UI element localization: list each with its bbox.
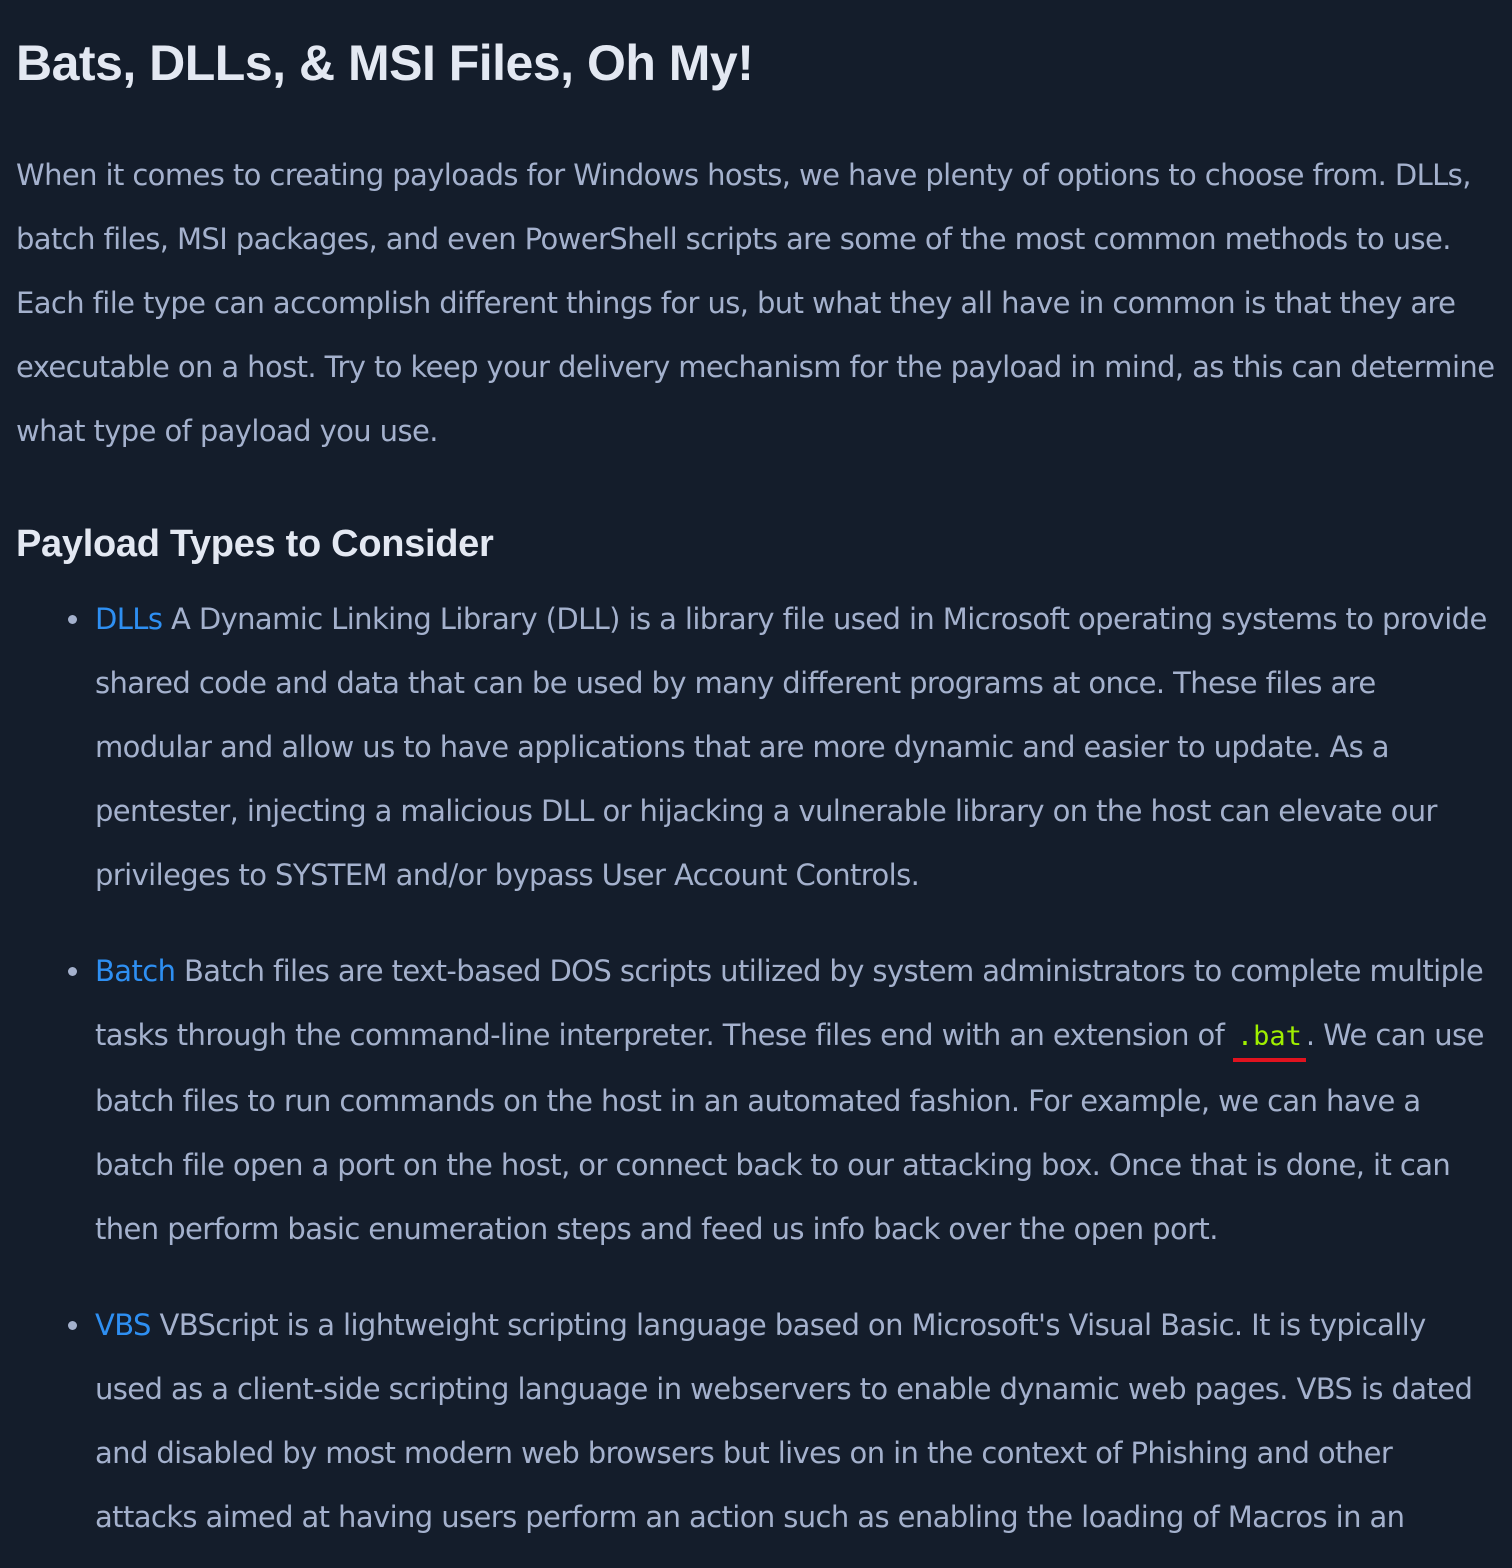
dlls-link[interactable]: DLLs [95,602,163,636]
vbs-description: VBScript is a lightweight scripting lang… [95,1308,1473,1534]
page-title: Bats, DLLs, & MSI Files, Oh My! [16,35,754,91]
bullet-icon [68,1321,77,1330]
list-item-batch: Batch Batch files are text-based DOS scr… [0,939,1495,1261]
article-page: Bats, DLLs, & MSI Files, Oh My! When it … [0,0,1512,1568]
bat-extension-code: .bat [1232,1021,1306,1062]
payload-types-list: DLLs A Dynamic Linking Library (DLL) is … [0,587,1512,1568]
batch-link[interactable]: Batch [95,954,176,988]
list-item-vbs: VBS VBScript is a lightweight scripting … [0,1293,1495,1549]
list-item-dlls: DLLs A Dynamic Linking Library (DLL) is … [0,587,1495,907]
bullet-icon [68,967,77,976]
intro-paragraph: When it comes to creating payloads for W… [16,158,1495,448]
vbs-link[interactable]: VBS [95,1308,151,1342]
dlls-description: A Dynamic Linking Library (DLL) is a lib… [95,602,1487,892]
bullet-icon [68,615,77,624]
section-heading: Payload Types to Consider [16,523,494,565]
